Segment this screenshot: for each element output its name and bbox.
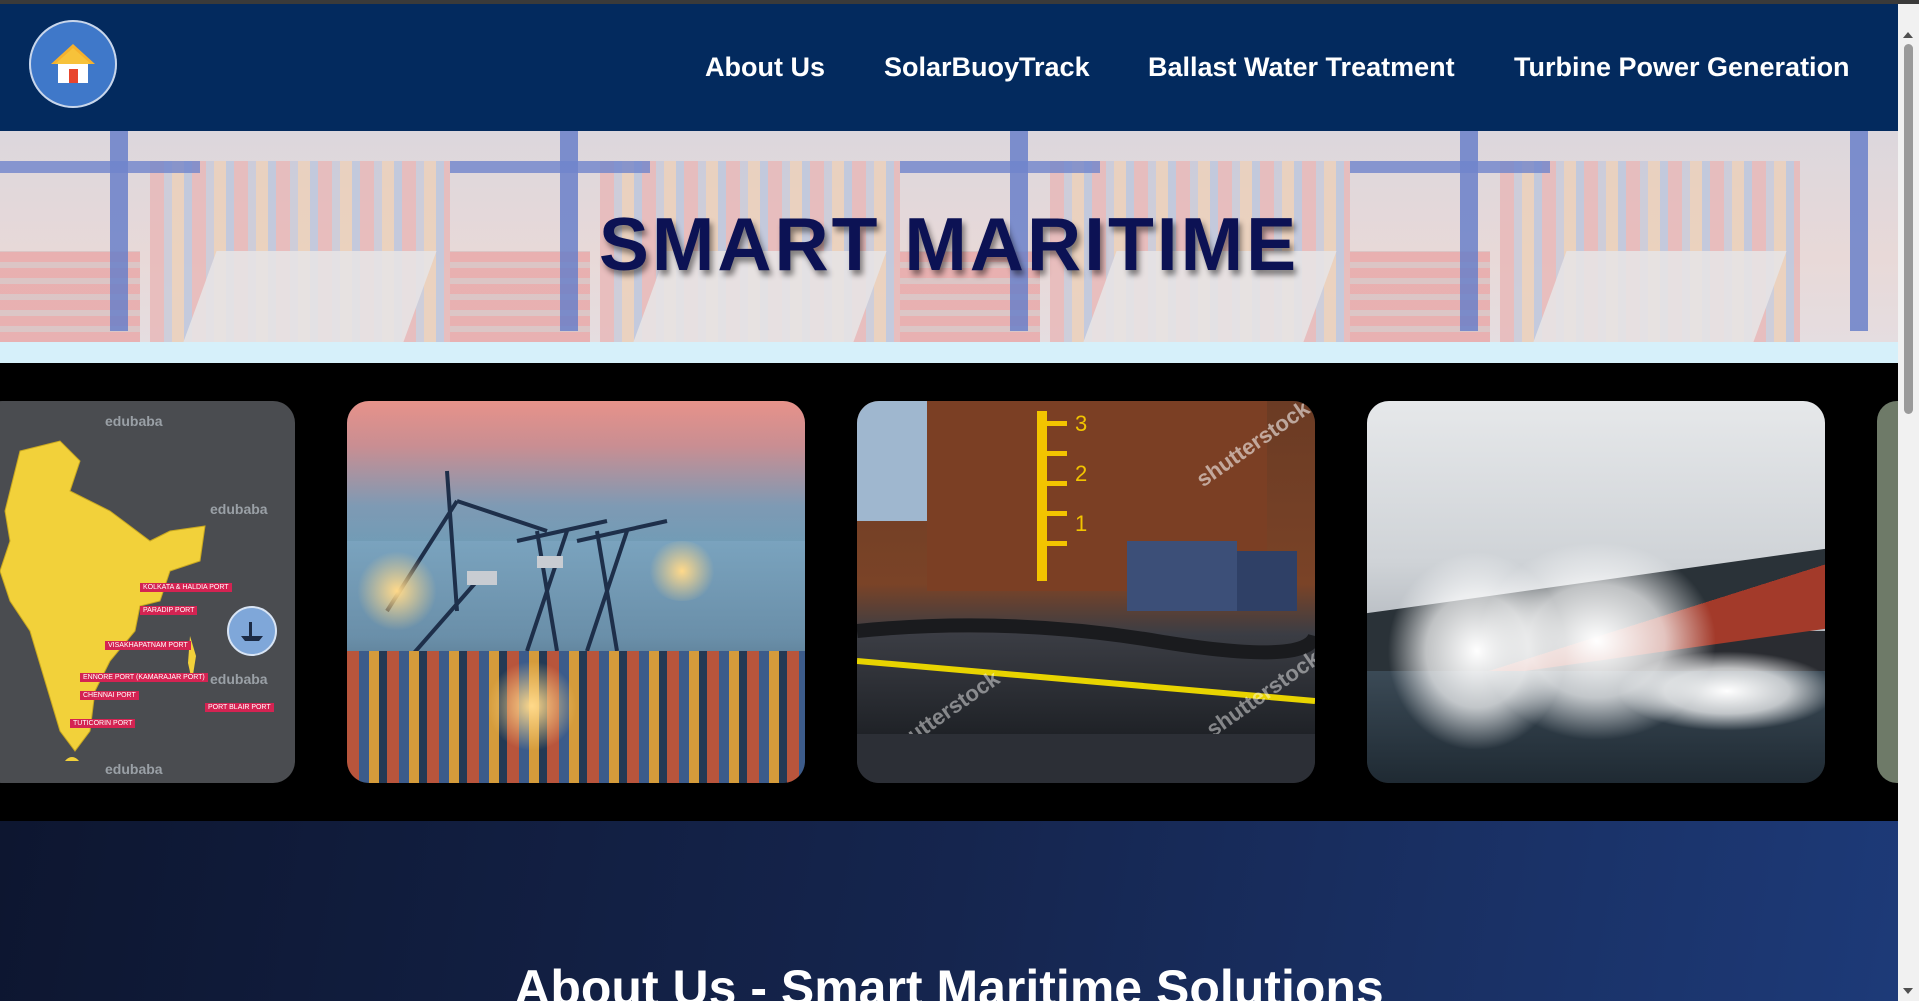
port-label: PORT BLAIR PORT	[205, 703, 274, 712]
port-light-glow	[647, 541, 717, 601]
scroll-down-arrow-icon[interactable]	[1903, 988, 1913, 994]
site-header: About Us SolarBuoyTrack Ballast Water Tr…	[0, 4, 1898, 131]
carousel-card-partial[interactable]	[1877, 401, 1898, 783]
nav-ballast-water-treatment[interactable]: Ballast Water Treatment	[1148, 52, 1455, 83]
carousel-card-ballast-pump[interactable]: 3 2 1 shutterstock shutterstock shutters…	[857, 401, 1315, 783]
port-light-glow	[357, 551, 437, 631]
map-ship-button[interactable]	[227, 606, 277, 656]
map-watermark: edubaba	[210, 671, 268, 687]
scroll-up-arrow-icon[interactable]	[1903, 32, 1913, 38]
map-watermark: edubaba	[105, 413, 163, 429]
port-light-glow	[487, 661, 577, 751]
svg-text:3: 3	[1075, 411, 1087, 436]
page-scrollbar[interactable]	[1898, 4, 1919, 1001]
card-footer-blank	[857, 734, 1315, 783]
port-label: KOLKATA & HALDIA PORT	[140, 583, 232, 592]
map-watermark: edubaba	[210, 501, 268, 517]
nav-about-us[interactable]: About Us	[705, 52, 825, 83]
svg-text:1: 1	[1075, 511, 1087, 536]
image-carousel: edubaba edubaba edubaba edubaba KOLKATA …	[0, 363, 1898, 821]
port-label: CHENNAI PORT	[80, 691, 139, 700]
scrollbar-thumb[interactable]	[1904, 44, 1913, 414]
water-discharge-splash	[1617, 651, 1825, 731]
nav-solarbuoytrack[interactable]: SolarBuoyTrack	[884, 52, 1090, 83]
port-label: VISAKHAPATNAM PORT	[105, 641, 191, 650]
svg-text:2: 2	[1075, 461, 1087, 486]
banner-strip	[0, 342, 1898, 363]
carousel-card-container-port[interactable]	[347, 401, 805, 783]
page-title: SMART MARITIME	[598, 202, 1300, 286]
carousel-card-india-ports-map[interactable]: edubaba edubaba edubaba edubaba KOLKATA …	[0, 401, 295, 783]
port-label: ENNORE PORT (KAMARAJAR PORT)	[80, 673, 208, 682]
about-heading: About Us - Smart Maritime Solutions	[514, 960, 1384, 1001]
hero-banner: SMART MARITIME	[0, 131, 1898, 363]
map-watermark: edubaba	[105, 761, 163, 777]
ship-icon	[241, 622, 263, 641]
port-container-yard	[347, 651, 805, 783]
india-map-image	[0, 440, 206, 761]
port-label: TUTICORIN PORT	[70, 719, 136, 728]
nav-turbine-power-generation[interactable]: Turbine Power Generation	[1514, 52, 1850, 83]
main-nav: About Us SolarBuoyTrack Ballast Water Tr…	[0, 52, 1898, 92]
carousel-card-ballast-discharge[interactable]	[1367, 401, 1825, 783]
port-label: PARADIP PORT	[140, 606, 198, 615]
about-section: About Us - Smart Maritime Solutions	[0, 821, 1898, 1001]
